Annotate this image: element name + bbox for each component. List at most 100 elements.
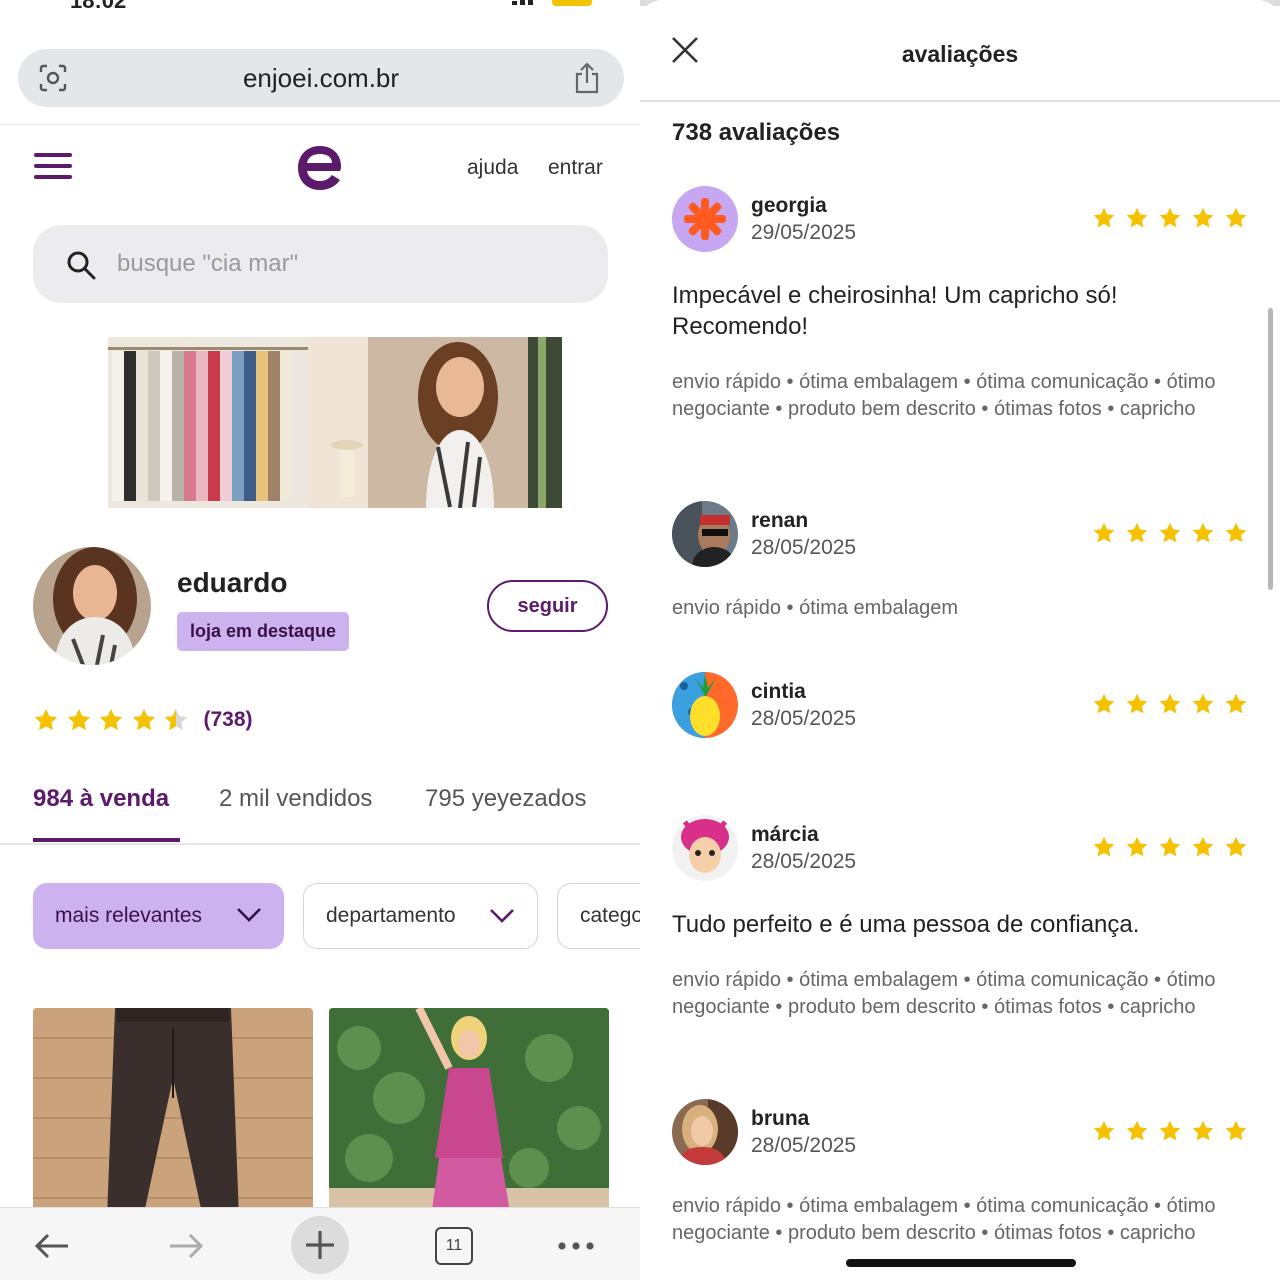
tab-for-sale[interactable]: 984 à venda bbox=[33, 785, 169, 813]
review-item: cintia 28/05/2025 bbox=[672, 672, 1252, 752]
reviewer-name[interactable]: renan bbox=[751, 509, 808, 533]
tab-sold[interactable]: 2 mil vendidos bbox=[219, 785, 372, 813]
product-card[interactable] bbox=[33, 1008, 313, 1218]
star-icon bbox=[131, 707, 157, 733]
star-icon bbox=[1224, 692, 1248, 716]
reviewer-name[interactable]: márcia bbox=[751, 823, 819, 847]
store-avatar[interactable] bbox=[33, 547, 151, 665]
star-icon bbox=[1224, 835, 1248, 859]
tabs-switcher-button[interactable]: 11 bbox=[435, 1227, 473, 1265]
star-icon bbox=[1092, 521, 1116, 545]
store-rating[interactable]: (738) bbox=[33, 703, 253, 737]
store-banner-image bbox=[108, 337, 562, 508]
search-bar[interactable] bbox=[33, 225, 608, 303]
menu-icon[interactable] bbox=[34, 153, 72, 183]
review-comment: Tudo perfeito e é uma pessoa de confianç… bbox=[672, 911, 1140, 938]
tabs-divider bbox=[0, 843, 640, 845]
review-tags: envio rápido • ótima embalagem • ótima c… bbox=[672, 371, 1216, 420]
review-item: bruna 28/05/2025 envio rápido • ótima em… bbox=[672, 1099, 1252, 1279]
chevron-down-icon bbox=[237, 908, 261, 922]
search-icon bbox=[67, 251, 96, 280]
star-icon bbox=[1191, 835, 1215, 859]
half-star-icon bbox=[163, 707, 189, 733]
department-label: departamento bbox=[326, 904, 456, 927]
status-bar: 18:02 bbox=[0, 0, 640, 14]
product-card[interactable] bbox=[329, 1008, 609, 1218]
review-item: márcia 28/05/2025 Tudo perfeito e é uma … bbox=[672, 815, 1252, 1055]
star-icon bbox=[1224, 1119, 1248, 1143]
review-tags: envio rápido • ótima embalagem bbox=[672, 597, 959, 619]
more-options-icon[interactable] bbox=[556, 1226, 596, 1266]
home-indicator[interactable] bbox=[846, 1259, 1076, 1267]
tab-yeyezados[interactable]: 795 yeyezados bbox=[425, 785, 586, 813]
department-dropdown[interactable]: departamento bbox=[303, 883, 538, 949]
login-link[interactable]: entrar bbox=[548, 156, 603, 180]
star-icon bbox=[1158, 206, 1182, 230]
review-stars bbox=[1092, 206, 1248, 230]
search-input[interactable] bbox=[117, 243, 557, 285]
reviewer-name[interactable]: cintia bbox=[751, 680, 806, 704]
star-icon bbox=[1125, 692, 1149, 716]
star-icon bbox=[33, 707, 59, 733]
enjoei-logo[interactable] bbox=[296, 142, 344, 194]
plus-icon bbox=[306, 1231, 334, 1259]
category-label: catego bbox=[580, 904, 640, 927]
reviewer-name[interactable]: bruna bbox=[751, 1107, 809, 1131]
product-image[interactable] bbox=[33, 1008, 313, 1218]
back-arrow-icon[interactable] bbox=[32, 1226, 72, 1266]
browser-page: 18:02 enjoei.com.br ajuda entrar busque … bbox=[0, 0, 640, 1280]
review-date: 28/05/2025 bbox=[751, 850, 857, 873]
reviewer-avatar[interactable] bbox=[672, 501, 738, 567]
modal-divider bbox=[640, 100, 1280, 102]
star-icon bbox=[1092, 206, 1116, 230]
share-icon[interactable] bbox=[572, 61, 602, 95]
modal-title: avaliações bbox=[901, 41, 1019, 67]
star-icon bbox=[1092, 1119, 1116, 1143]
star-icon bbox=[1158, 692, 1182, 716]
review-stars bbox=[1092, 521, 1248, 545]
status-time: 18:02 bbox=[70, 0, 127, 13]
star-icon bbox=[1224, 206, 1248, 230]
reviewer-name[interactable]: georgia bbox=[751, 194, 827, 218]
header-divider bbox=[0, 124, 640, 125]
review-date: 28/05/2025 bbox=[751, 1134, 857, 1157]
browser-toolbar: 11 bbox=[0, 1207, 640, 1280]
review-stars bbox=[1092, 1119, 1248, 1143]
reviewer-avatar[interactable] bbox=[672, 1099, 738, 1165]
review-stars bbox=[1092, 835, 1248, 859]
category-dropdown[interactable]: catego bbox=[557, 883, 640, 949]
star-icon bbox=[1158, 1119, 1182, 1143]
review-tags: envio rápido • ótima embalagem • ótima c… bbox=[672, 969, 1216, 1018]
sort-label: mais relevantes bbox=[55, 904, 203, 927]
url-text[interactable]: enjoei.com.br bbox=[18, 63, 624, 94]
help-link[interactable]: ajuda bbox=[467, 156, 518, 180]
reviewer-avatar[interactable] bbox=[672, 186, 738, 252]
star-icon bbox=[1191, 521, 1215, 545]
product-image[interactable] bbox=[329, 1008, 609, 1218]
featured-store-badge: loja em destaque bbox=[177, 612, 350, 651]
battery-icon bbox=[552, 0, 592, 6]
star-icon bbox=[1191, 1119, 1215, 1143]
star-icon bbox=[1092, 835, 1116, 859]
modal-scrollbar[interactable] bbox=[1268, 308, 1273, 590]
reviewer-avatar[interactable] bbox=[672, 815, 738, 881]
star-icon bbox=[1158, 835, 1182, 859]
review-date: 28/05/2025 bbox=[751, 707, 857, 730]
new-tab-button[interactable] bbox=[291, 1216, 349, 1274]
forward-arrow-icon[interactable] bbox=[166, 1226, 206, 1266]
review-item: georgia 29/05/2025 Impecável e cheirosin… bbox=[672, 186, 1252, 456]
store-name: eduardo bbox=[177, 567, 288, 598]
store-tabs: 984 à venda 2 mil vendidos 795 yeyezados bbox=[33, 785, 633, 845]
star-icon bbox=[1158, 521, 1182, 545]
star-icon bbox=[1125, 835, 1149, 859]
address-bar[interactable]: enjoei.com.br bbox=[18, 49, 624, 107]
active-tab-indicator bbox=[33, 838, 180, 842]
follow-button[interactable]: seguir bbox=[487, 580, 608, 632]
rating-count[interactable]: (738) bbox=[204, 708, 253, 732]
reviewer-avatar[interactable] bbox=[672, 672, 738, 738]
sort-dropdown[interactable]: mais relevantes bbox=[33, 883, 284, 949]
review-count: 738 avaliações bbox=[672, 119, 841, 146]
star-icon bbox=[1125, 1119, 1149, 1143]
chevron-down-icon bbox=[490, 909, 514, 923]
review-date: 29/05/2025 bbox=[751, 221, 857, 244]
